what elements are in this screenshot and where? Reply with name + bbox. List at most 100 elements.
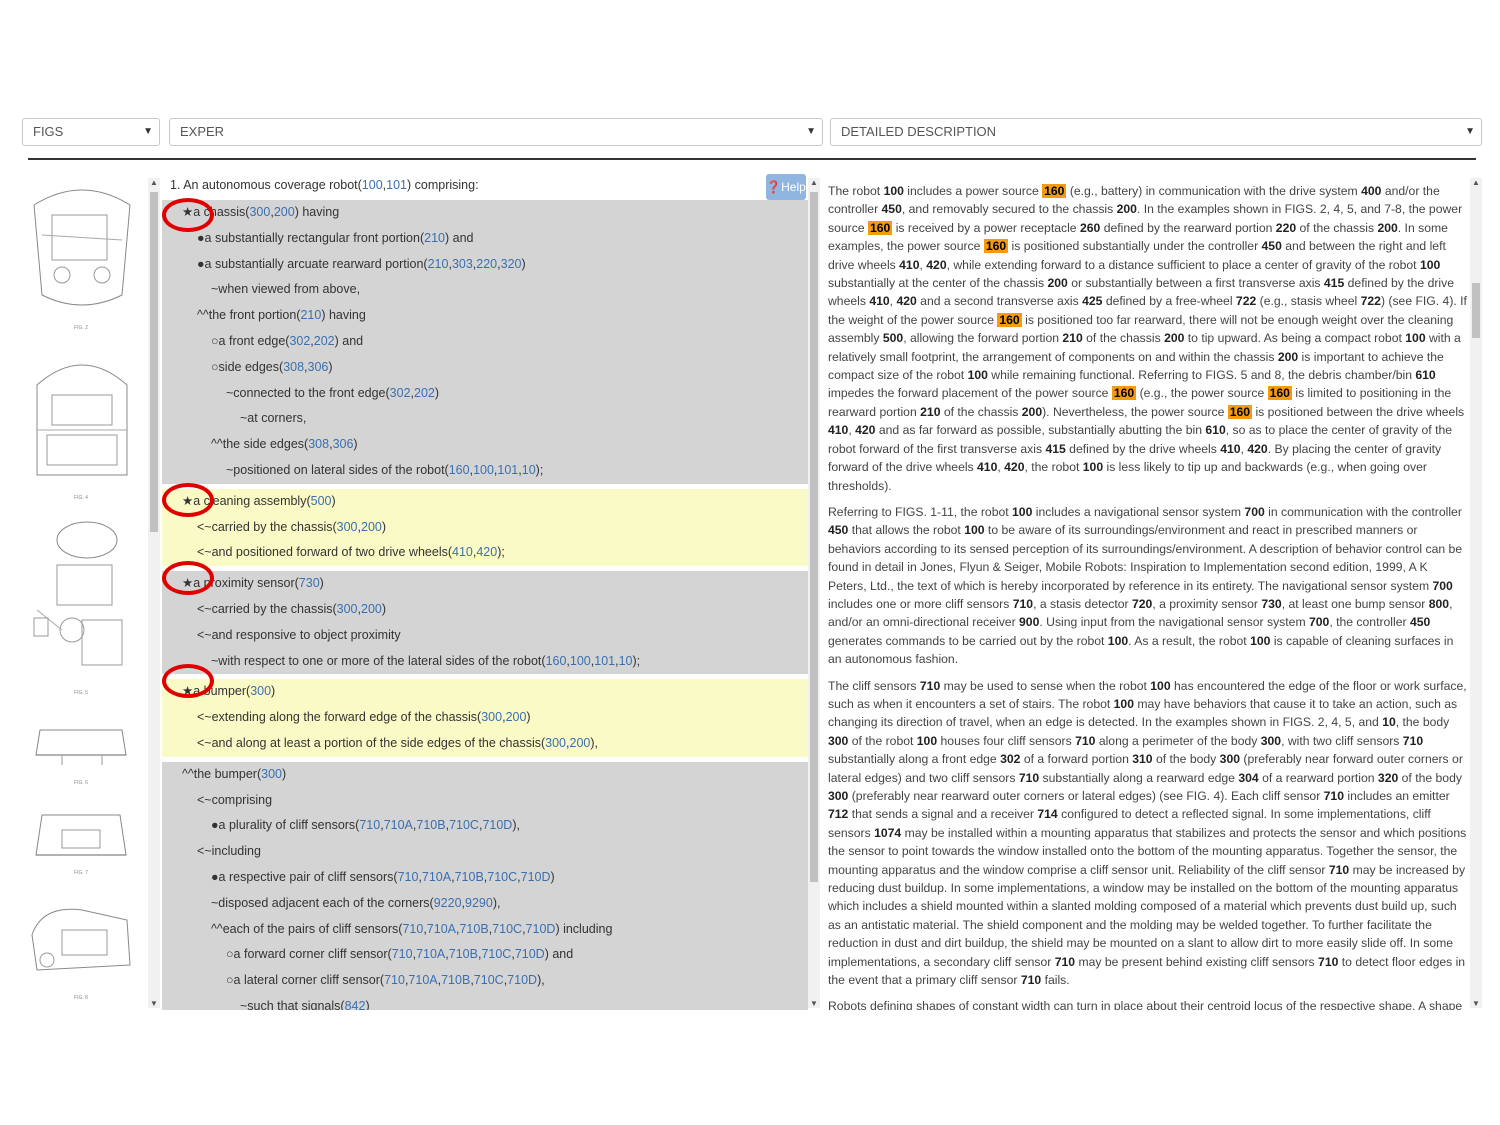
reference-number-link[interactable]: 308	[283, 360, 304, 374]
claim-scrollbar[interactable]: ▲ ▼	[808, 178, 820, 1008]
reference-number-link[interactable]: 710D	[507, 973, 537, 987]
reference-number-link[interactable]: 306	[333, 437, 354, 451]
scroll-thumb[interactable]	[1472, 283, 1480, 338]
reference-number-link[interactable]: 710C	[481, 947, 511, 961]
reference-number-link[interactable]: 710B	[455, 870, 484, 884]
scroll-thumb[interactable]	[810, 192, 818, 882]
reference-number-link[interactable]: 710	[398, 870, 419, 884]
reference-number-link[interactable]: 100	[570, 654, 591, 668]
reference-number-link[interactable]: 710C	[492, 922, 522, 936]
reference-number-link[interactable]: 710D	[515, 947, 545, 961]
reference-number-link[interactable]: 710D	[526, 922, 556, 936]
reference-number-link[interactable]: 842	[345, 999, 366, 1010]
scroll-up-icon[interactable]: ▲	[808, 178, 820, 187]
reference-number-link[interactable]: 500	[311, 494, 332, 508]
reference-number-link[interactable]: 200	[361, 520, 382, 534]
reference-number-link[interactable]: 300	[337, 520, 358, 534]
reference-number-link[interactable]: 101	[386, 178, 407, 192]
reference-number-link[interactable]: 710C	[449, 818, 479, 832]
claim-element-block[interactable]: ^^the bumper(300) <~comprising ●a pluralit…	[162, 761, 808, 1010]
reference-number-link[interactable]: 710C	[487, 870, 517, 884]
reference-number-link[interactable]: 202	[414, 386, 435, 400]
reference-number-link[interactable]: 710D	[482, 818, 512, 832]
figure-thumb[interactable]: FIG. 7	[22, 800, 140, 876]
reference-number-link[interactable]: 303	[452, 257, 473, 271]
highlighted-reference[interactable]: 160	[867, 220, 893, 235]
claim-element-block[interactable]: ★a chassis(300,200) having ●a substantial…	[162, 200, 808, 484]
reference-number-link[interactable]: 300	[249, 205, 270, 219]
reference-number-link[interactable]: 410	[452, 545, 473, 559]
highlighted-reference[interactable]: 160	[1267, 386, 1292, 401]
reference-number-link[interactable]: 210	[300, 308, 321, 322]
exper-select[interactable]: EXPER ▼	[169, 118, 823, 146]
reference-number-link[interactable]: 210	[424, 231, 445, 245]
reference-number-link[interactable]: 320	[501, 257, 522, 271]
figure-thumb[interactable]: FIG. 6	[22, 710, 140, 786]
highlighted-reference[interactable]: 160	[1111, 386, 1137, 401]
reference-number-link[interactable]: 220	[476, 257, 497, 271]
figs-select[interactable]: FIGS ▼	[22, 118, 160, 146]
claim-element-block[interactable]: ★a bumper(300) <~extending along the forw…	[162, 679, 808, 757]
reference-number-link[interactable]: 300	[250, 684, 271, 698]
reference-number-link[interactable]: 710B	[441, 973, 470, 987]
reference-number-link[interactable]: 710A	[384, 818, 413, 832]
reference-number-link[interactable]: 9220	[434, 896, 462, 910]
highlighted-reference[interactable]: 160	[1042, 184, 1067, 198]
reference-number-link[interactable]: 710B	[459, 922, 488, 936]
help-button[interactable]: ❓Help	[766, 174, 806, 200]
reference-number-link[interactable]: 210	[428, 257, 449, 271]
scroll-down-icon[interactable]: ▼	[808, 999, 820, 1008]
reference-number-link[interactable]: 710	[359, 818, 380, 832]
reference-number-link[interactable]: 300	[337, 602, 358, 616]
reference-number-link[interactable]: 9290	[465, 896, 493, 910]
figure-thumb[interactable]: FIG. 8	[22, 895, 140, 1001]
reference-number-link[interactable]: 101	[594, 654, 615, 668]
reference-number-link[interactable]: 200	[274, 205, 295, 219]
reference-number-link[interactable]: 710A	[427, 922, 456, 936]
figure-thumb[interactable]: FIG. 5	[22, 510, 140, 696]
figure-thumb[interactable]: FIG. 2	[22, 175, 140, 331]
scroll-up-icon[interactable]: ▲	[148, 178, 160, 187]
reference-number-link[interactable]: 710A	[422, 870, 451, 884]
highlighted-reference[interactable]: 160	[997, 312, 1022, 327]
description-scrollbar[interactable]: ▲ ▼	[1470, 178, 1482, 1008]
claim-element-block[interactable]: ★a cleaning assembly(500) <~carried by th…	[162, 488, 808, 567]
reference-number-link[interactable]: 300	[545, 736, 566, 750]
reference-number-link[interactable]: 302	[390, 386, 411, 400]
reference-number-link[interactable]: 308	[308, 437, 329, 451]
reference-number-link[interactable]: 710	[402, 922, 423, 936]
reference-number-link[interactable]: 710B	[416, 818, 445, 832]
reference-number-link[interactable]: 730	[299, 576, 320, 590]
reference-number-link[interactable]: 420	[476, 545, 497, 559]
reference-number-link[interactable]: 710	[392, 947, 413, 961]
reference-number-link[interactable]: 200	[506, 710, 527, 724]
reference-number-link[interactable]: 200	[570, 736, 591, 750]
reference-number-link[interactable]: 202	[314, 334, 335, 348]
reference-number-link[interactable]: 710	[384, 973, 405, 987]
figure-scrollbar[interactable]: ▲ ▼	[148, 178, 160, 1008]
highlighted-reference[interactable]: 160	[1227, 404, 1253, 419]
reference-number-link[interactable]: 306	[308, 360, 329, 374]
section-select[interactable]: DETAILED DESCRIPTION ▼	[830, 118, 1482, 146]
scroll-down-icon[interactable]: ▼	[1470, 999, 1482, 1008]
highlighted-reference[interactable]: 160	[983, 239, 1009, 254]
reference-number-link[interactable]: 100	[362, 178, 383, 192]
reference-number-link[interactable]: 10	[522, 463, 536, 477]
reference-number-link[interactable]: 710A	[416, 947, 445, 961]
reference-number-link[interactable]: 710D	[521, 870, 551, 884]
reference-number-link[interactable]: 160	[449, 463, 470, 477]
scroll-down-icon[interactable]: ▼	[148, 999, 160, 1008]
scroll-thumb[interactable]	[150, 192, 158, 532]
claim-element-block[interactable]: ★a proximity sensor(730) <~carried by the…	[162, 571, 808, 675]
reference-number-link[interactable]: 300	[481, 710, 502, 724]
reference-number-link[interactable]: 302	[289, 334, 310, 348]
figure-thumb[interactable]: FIG. 4	[22, 345, 140, 501]
scroll-up-icon[interactable]: ▲	[1470, 178, 1482, 187]
reference-number-link[interactable]: 160	[546, 654, 567, 668]
reference-number-link[interactable]: 710B	[449, 947, 478, 961]
reference-number-link[interactable]: 710C	[474, 973, 504, 987]
reference-number-link[interactable]: 10	[619, 654, 633, 668]
reference-number-link[interactable]: 100	[473, 463, 494, 477]
reference-number-link[interactable]: 200	[361, 602, 382, 616]
reference-number-link[interactable]: 101	[497, 463, 518, 477]
